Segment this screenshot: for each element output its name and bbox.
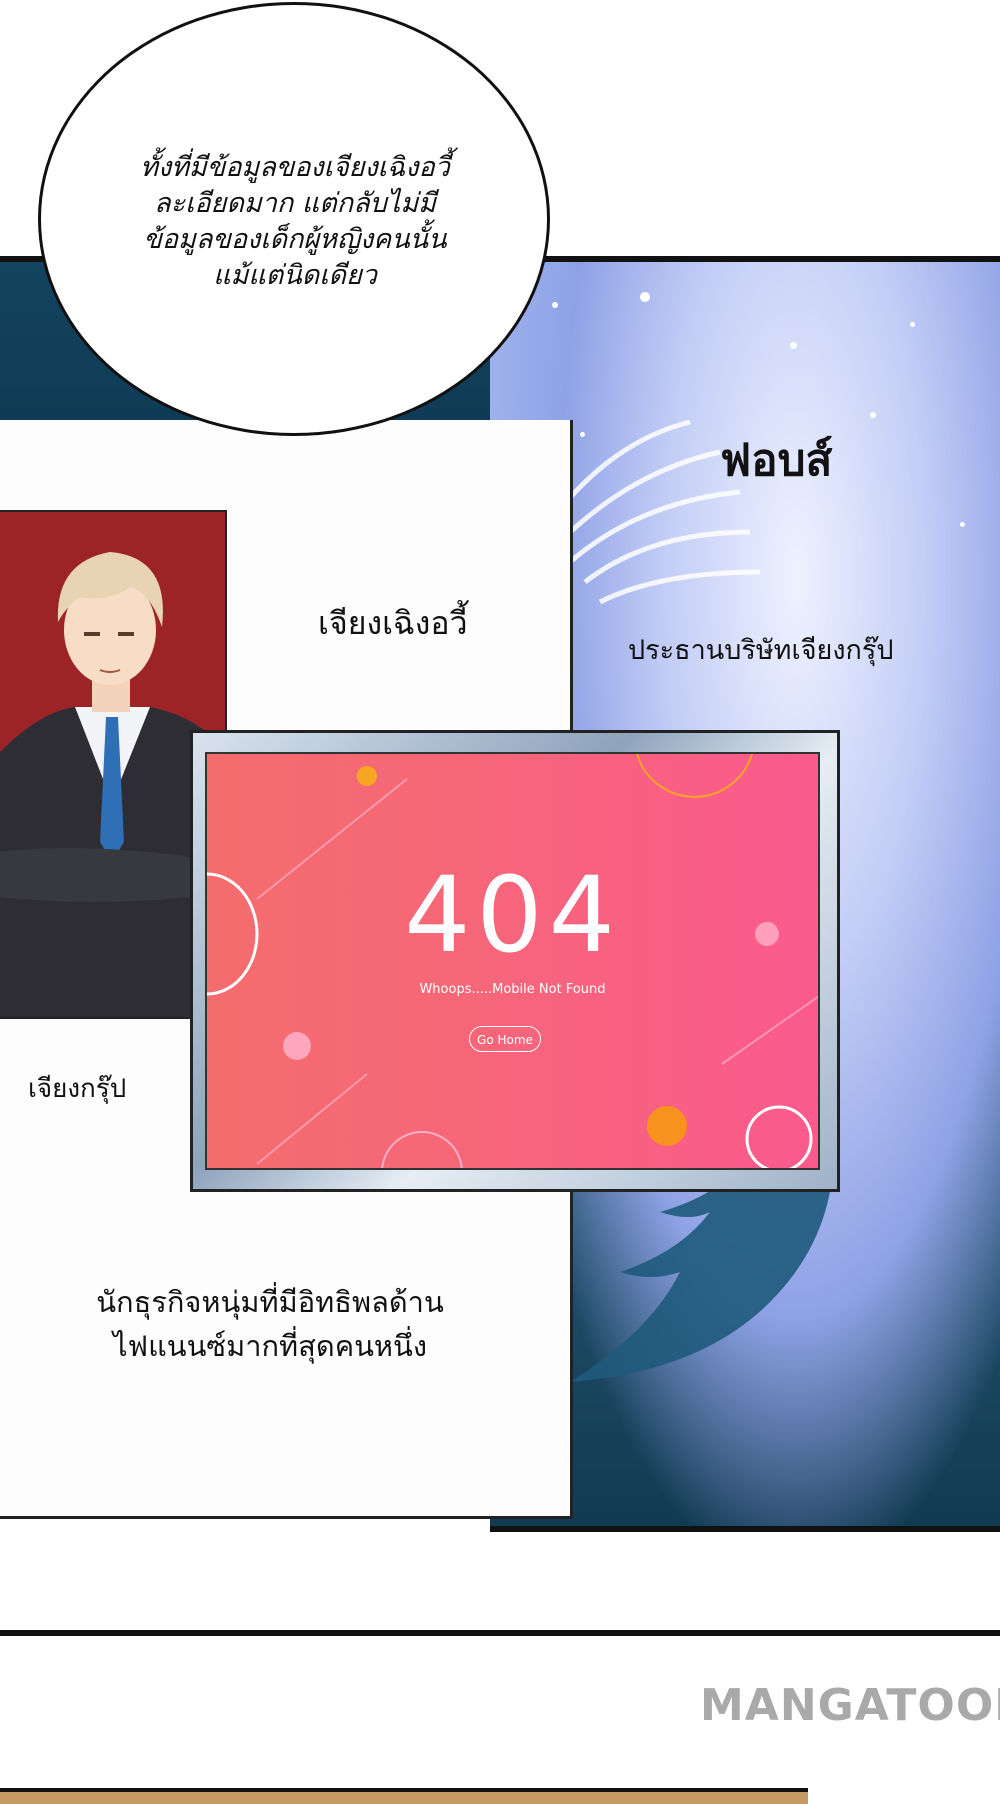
error-code: 404 [404,854,621,976]
description-line: ไฟแนนซ์มากที่สุดคนหนึ่ง [112,1329,428,1363]
forbes-caption: ประธานบริษัทเจียงกรุ๊ป [628,635,894,666]
star [910,322,915,327]
star [640,292,650,302]
bubble-line: ละเอียดมาก แต่กลับไม่มี [154,188,436,219]
error-screen: 404 Whoops.....Mobile Not Found Go Home [205,752,820,1170]
description-line: นักธุรกิจหนุ่มที่มีอิทธิพลด้าน [96,1285,444,1319]
speech-bubble-text: ทั้งที่มีข้อมูลของเจียงเฉิงอวี้ ละเอียดม… [110,150,480,294]
next-panel-edge [0,1788,808,1804]
forbes-title: ฟอบส์ [720,435,833,486]
bubble-line: ทั้งที่มีข้อมูลของเจียงเฉิงอวี้ [140,152,450,183]
bubble-line: ข้อมูลของเด็กผู้หญิงคนนั้น [143,224,447,255]
star [960,522,965,527]
star [870,412,876,418]
panel-divider [0,1630,1000,1636]
star [552,302,558,308]
profile-name: เจียงเฉิงอวี้ [318,604,468,642]
company-name: เจียงกรุ๊ป [28,1074,127,1104]
error-message: Whoops.....Mobile Not Found [419,982,606,997]
go-home-button[interactable]: Go Home [469,1026,541,1052]
bubble-line: แม้แต่นิดเดียว [213,260,377,291]
profile-description: นักธุรกิจหนุ่มที่มีอิทธิพลด้าน ไฟแนนซ์มา… [60,1280,480,1368]
watermark-logo: MANGATOON [700,1680,1000,1731]
star [790,342,797,349]
